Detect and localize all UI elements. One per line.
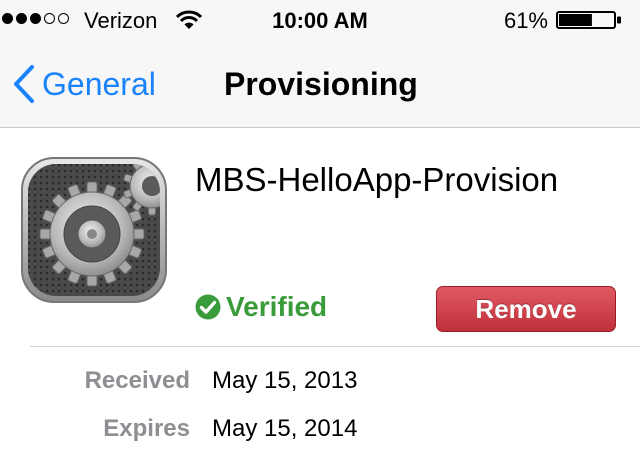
expires-label: Expires [103, 415, 190, 442]
profile-name: MBS-HelloApp-Provision [195, 161, 559, 198]
divider [30, 346, 640, 347]
profile-detail: MBS-HelloApp-Provision Verified Remove R… [0, 128, 640, 452]
back-button-label: General [42, 65, 156, 102]
battery-icon [556, 11, 621, 29]
page-title: Provisioning [224, 66, 418, 102]
received-date: May 15, 2013 [212, 367, 358, 394]
verified-status: Verified [194, 291, 327, 323]
navigation-bar: General Provisioning [0, 40, 640, 128]
checkmark-circle-icon [195, 294, 221, 320]
expires-date: May 15, 2014 [212, 415, 358, 442]
status-bar: Verizon 10:00 AM 61% [0, 0, 640, 40]
back-button[interactable]: General [10, 62, 156, 106]
settings-gear-icon [21, 157, 167, 303]
chevron-left-icon [14, 65, 34, 103]
battery-percentage: 61% [503, 8, 548, 33]
received-label: Received [84, 367, 190, 394]
remove-button[interactable]: Remove [436, 286, 616, 332]
verified-label: Verified [226, 291, 328, 322]
